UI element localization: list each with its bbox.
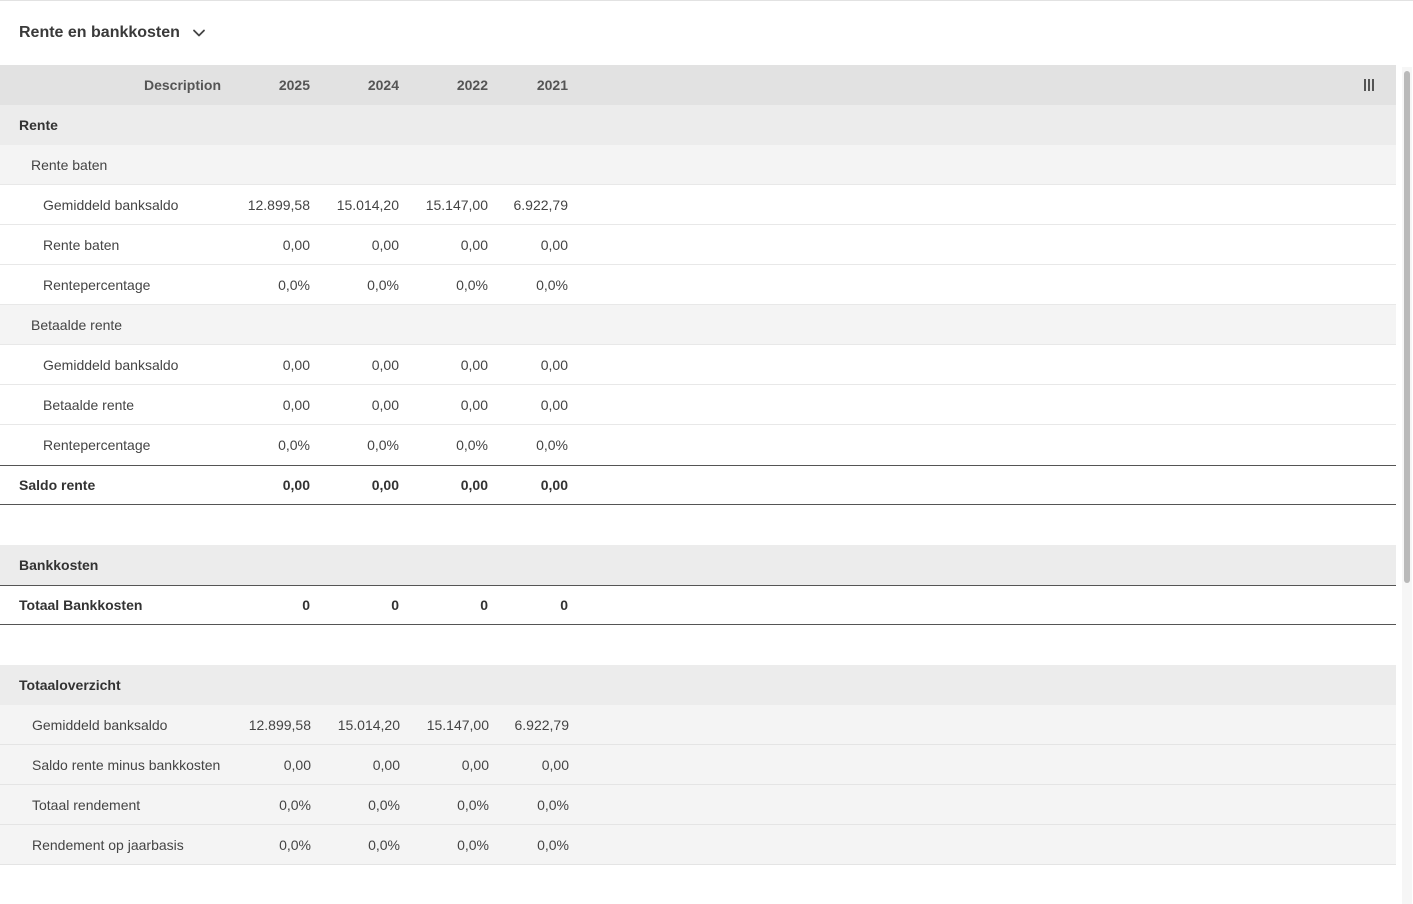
section-label: Bankkosten <box>19 557 99 573</box>
section-row-rente: Rente <box>0 105 1396 145</box>
total-row-saldo-rente: Saldo rente 0,00 0,00 0,00 0,00 <box>0 465 1396 505</box>
cell-value: 0 <box>302 597 310 613</box>
cell-value: 0,00 <box>460 477 488 493</box>
cell-value: 0,00 <box>540 477 568 493</box>
section-label: Totaaloverzicht <box>19 677 121 693</box>
cell-value: 0,0% <box>457 796 489 813</box>
columns-icon[interactable] <box>1364 79 1376 91</box>
cell-value: 15.014,20 <box>336 196 399 213</box>
row-label: Totaal rendement <box>32 796 141 813</box>
row-label: Rendement op jaarbasis <box>32 836 184 853</box>
row-label: Saldo rente <box>19 477 96 493</box>
column-header-year[interactable]: 2022 <box>399 77 488 93</box>
cell-value: 6.922,79 <box>514 716 570 733</box>
grid-header-row: Description 2025 2024 2022 2021 <box>0 65 1396 105</box>
cell-value: 0 <box>480 597 488 613</box>
cell-value: 0,00 <box>540 356 568 373</box>
table-row: Totaal rendement 0,0% 0,0% 0,0% 0,0% <box>0 785 1396 825</box>
row-label: Gemiddeld banksaldo <box>43 196 179 213</box>
section-row-totaaloverzicht: Totaaloverzicht <box>0 665 1396 705</box>
scrollbar-thumb[interactable] <box>1404 71 1410 583</box>
cell-value: 0,0% <box>368 836 400 853</box>
cell-value: 0,0% <box>278 437 310 453</box>
cell-value: 0,00 <box>282 236 310 253</box>
cell-value: 0,0% <box>367 437 399 453</box>
row-label: Totaal Bankkosten <box>19 597 143 613</box>
cell-value: 0,00 <box>371 477 399 493</box>
subsection-label: Rente baten <box>31 156 108 173</box>
data-grid: Description 2025 2024 2022 2021 Rente Re… <box>0 65 1396 904</box>
cell-value: 0,00 <box>541 756 569 773</box>
cell-value: 0,0% <box>456 276 488 293</box>
row-label: Betaalde rente <box>43 396 135 413</box>
cell-value: 0,0% <box>536 276 568 293</box>
chevron-down-icon <box>193 29 205 37</box>
table-row: Rente baten 0,00 0,00 0,00 0,00 <box>0 225 1396 265</box>
row-label: Gemiddeld banksaldo <box>32 716 168 733</box>
cell-value: 0,0% <box>368 796 400 813</box>
cell-value: 0,00 <box>460 396 488 413</box>
row-label: Saldo rente minus bankkosten <box>32 756 221 773</box>
cell-value: 0,0% <box>279 836 311 853</box>
cell-value: 0,0% <box>278 276 310 293</box>
cell-value: 0,0% <box>536 437 568 453</box>
cell-value: 0,00 <box>282 356 310 373</box>
row-label: Rentepercentage <box>43 276 151 293</box>
cell-value: 0,00 <box>460 356 488 373</box>
section-row-bankkosten: Bankkosten <box>0 545 1396 585</box>
table-row: Gemiddeld banksaldo 12.899,58 15.014,20 … <box>0 185 1396 225</box>
cell-value: 0,00 <box>461 756 489 773</box>
row-label: Rentepercentage <box>43 437 151 453</box>
cell-value: 0 <box>391 597 399 613</box>
cell-value: 0,00 <box>282 396 310 413</box>
subsection-label: Betaalde rente <box>31 316 123 333</box>
cell-value: 0,00 <box>371 396 399 413</box>
total-row-bankkosten: Totaal Bankkosten 0 0 0 0 <box>0 585 1396 625</box>
cell-value: 0 <box>560 597 568 613</box>
cell-value: 0,0% <box>537 796 569 813</box>
row-label: Rente baten <box>43 236 120 253</box>
cell-value: 0,00 <box>371 356 399 373</box>
column-header-year[interactable]: 2024 <box>310 77 399 93</box>
cell-value: 0,00 <box>540 236 568 253</box>
cell-value: 12.899,58 <box>248 716 311 733</box>
table-row: Rentepercentage 0,0% 0,0% 0,0% 0,0% <box>0 265 1396 305</box>
table-row: Rentepercentage 0,0% 0,0% 0,0% 0,0% <box>0 425 1396 465</box>
column-header-description[interactable]: Description <box>0 77 221 93</box>
cell-value: 0,00 <box>540 396 568 413</box>
panel-header: Rente en bankkosten <box>0 1 1413 65</box>
table-row: Betaalde rente 0,00 0,00 0,00 0,00 <box>0 385 1396 425</box>
table-row: Gemiddeld banksaldo 12.899,58 15.014,20 … <box>0 705 1396 745</box>
section-label: Rente <box>19 117 58 133</box>
subsection-row-rente-baten[interactable]: Rente baten <box>0 145 1396 185</box>
panel-title: Rente en bankkosten <box>19 24 180 41</box>
cell-value: 15.147,00 <box>426 716 489 733</box>
cell-value: 12.899,58 <box>247 196 310 213</box>
cell-value: 0,0% <box>457 836 489 853</box>
cell-value: 0,0% <box>537 836 569 853</box>
report-page: Rente en bankkosten Description 2025 202… <box>0 0 1413 904</box>
cell-value: 0,0% <box>367 276 399 293</box>
cell-value: 0,00 <box>460 236 488 253</box>
vertical-scrollbar[interactable] <box>1402 67 1412 904</box>
cell-value: 0,00 <box>283 756 311 773</box>
cell-value: 15.147,00 <box>425 196 488 213</box>
cell-value: 0,0% <box>456 437 488 453</box>
cell-value: 0,00 <box>372 756 400 773</box>
spacer-row <box>0 505 1396 545</box>
cell-value: 0,0% <box>279 796 311 813</box>
table-row: Gemiddeld banksaldo 0,00 0,00 0,00 0,00 <box>0 345 1396 385</box>
table-row: Rendement op jaarbasis 0,0% 0,0% 0,0% 0,… <box>0 825 1396 865</box>
subsection-row-betaalde-rente[interactable]: Betaalde rente <box>0 305 1396 345</box>
cell-value: 15.014,20 <box>337 716 400 733</box>
spacer-row <box>0 625 1396 665</box>
panel-title-toggle[interactable]: Rente en bankkosten <box>19 24 206 42</box>
table-row: Saldo rente minus bankkosten 0,00 0,00 0… <box>0 745 1396 785</box>
column-header-year[interactable]: 2025 <box>221 77 310 93</box>
cell-value: 6.922,79 <box>513 196 569 213</box>
cell-value: 0,00 <box>282 477 310 493</box>
row-label: Gemiddeld banksaldo <box>43 356 179 373</box>
column-header-year[interactable]: 2021 <box>488 77 568 93</box>
cell-value: 0,00 <box>371 236 399 253</box>
